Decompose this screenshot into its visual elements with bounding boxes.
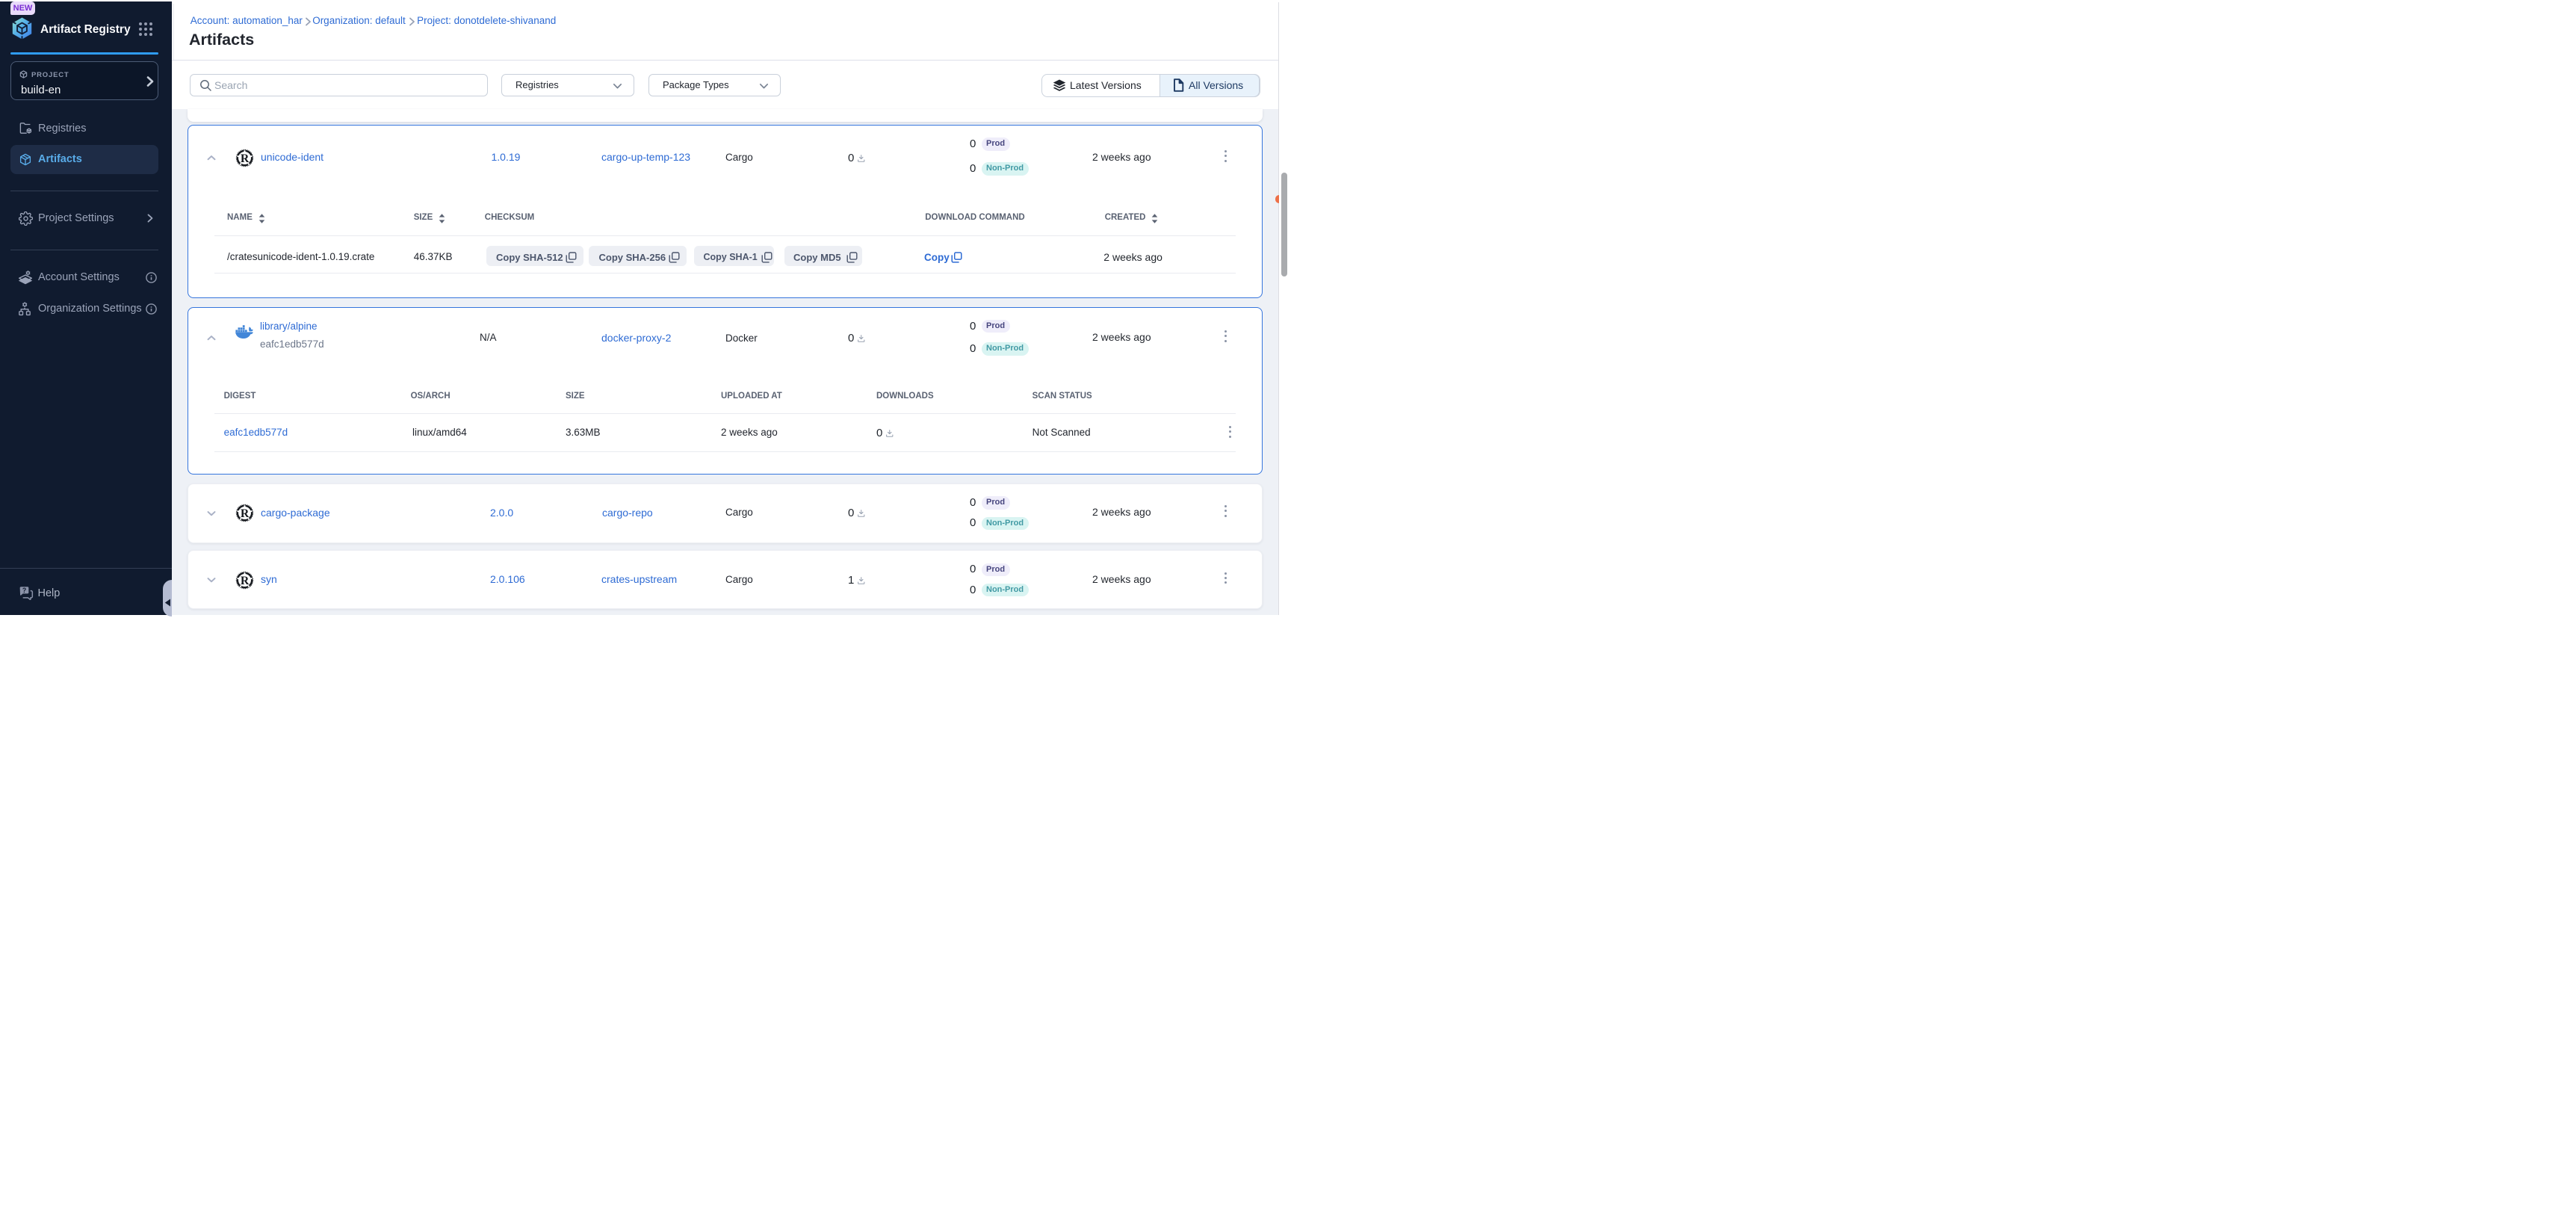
- svg-text:R: R: [241, 152, 250, 164]
- svg-text:R: R: [241, 507, 250, 520]
- svg-text:R: R: [241, 574, 250, 587]
- svg-text:?: ?: [22, 587, 26, 594]
